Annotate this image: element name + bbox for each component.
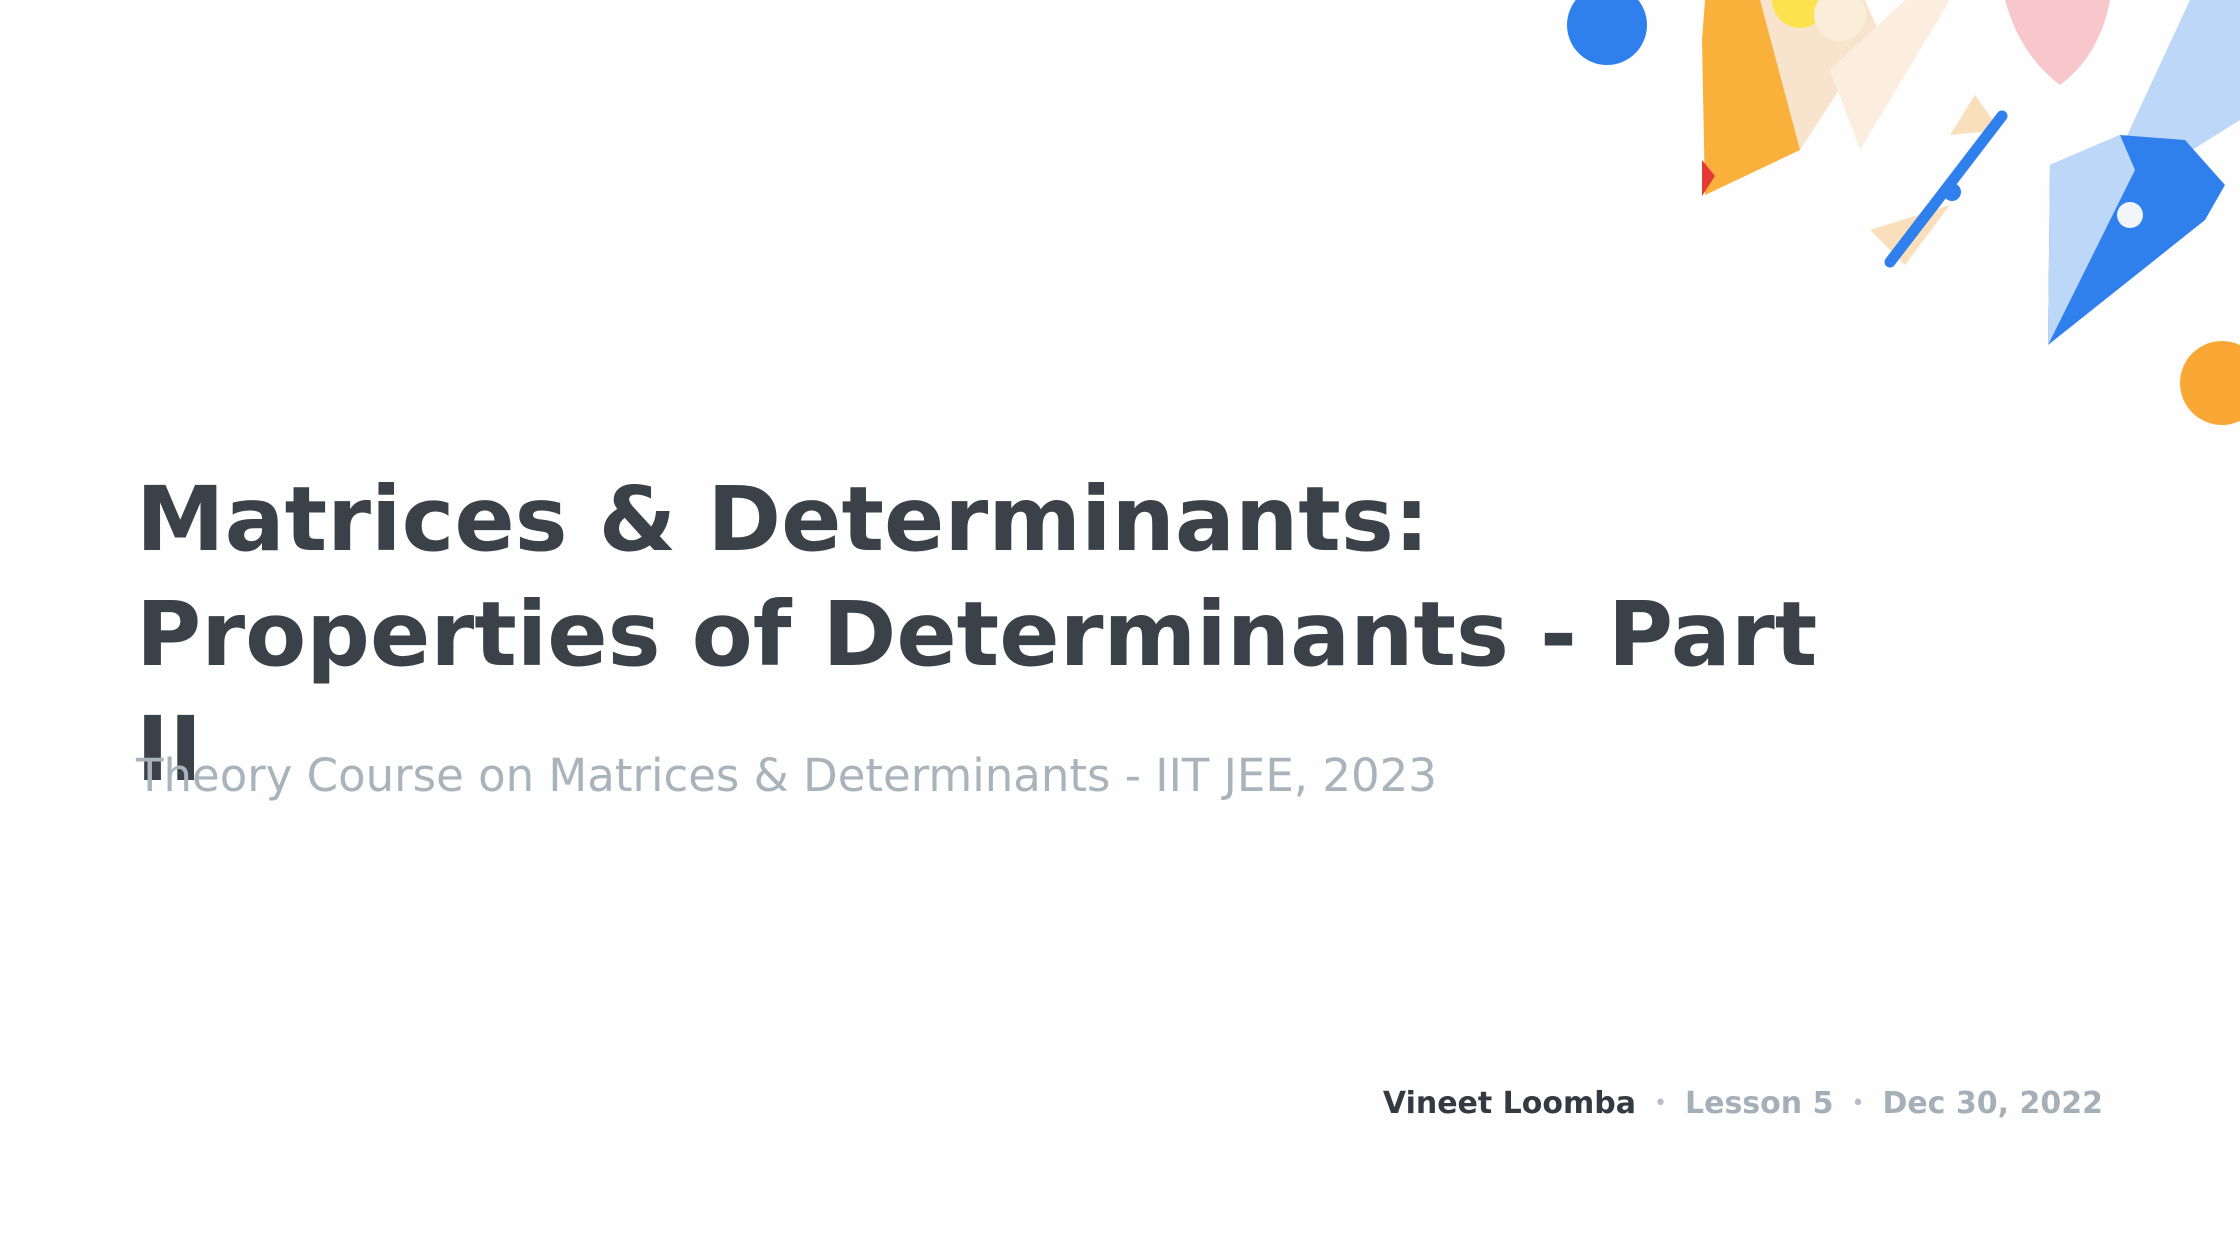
author-name: Vineet Loomba <box>1382 1086 1636 1121</box>
pink-shape-icon <box>2005 0 2110 85</box>
blue-circle-icon <box>1567 0 1647 65</box>
course-subtitle: Theory Course on Matrices & Determinants… <box>136 749 1437 802</box>
meta-separator: • <box>1654 1091 1667 1116</box>
pencil-icon <box>1702 0 1950 196</box>
lesson-meta: Vineet Loomba • Lesson 5 • Dec 30, 2022 <box>1383 1084 2103 1124</box>
pen-nib-icon <box>2048 135 2225 345</box>
lesson-date: Dec 30, 2022 <box>1882 1086 2103 1121</box>
lesson-number: Lesson 5 <box>1684 1086 1834 1121</box>
lesson-cover-slide: Matrices & Determinants: Properties of D… <box>0 0 2240 1260</box>
meta-separator: • <box>1851 1091 1865 1116</box>
bow-tie-ruler-icon <box>1870 95 2008 268</box>
orange-circle-icon <box>2180 341 2240 425</box>
